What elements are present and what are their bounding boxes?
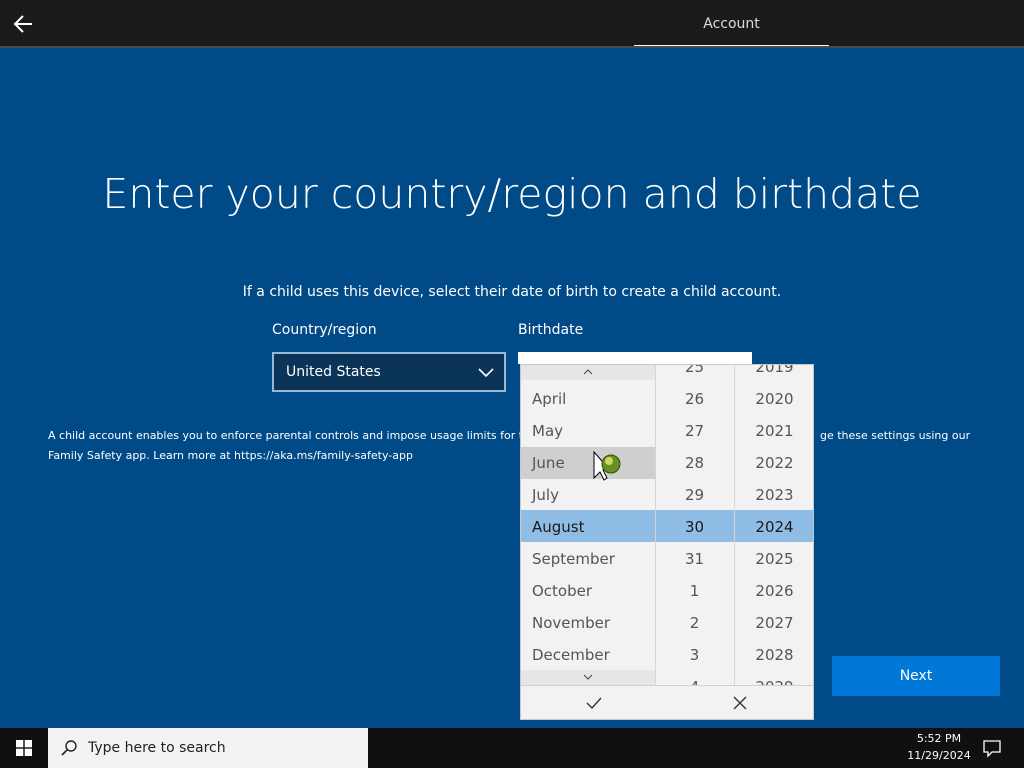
month-scroll-up-button[interactable] [521,365,655,380]
birthdate-label: Birthdate [518,322,584,338]
page-subtitle: If a child uses this device, select thei… [242,284,782,300]
month-item[interactable]: October [521,575,655,607]
top-bar: Account [0,0,1024,48]
busy-cursor-icon [593,450,621,481]
info-text-part2: ge these settings using our [820,429,971,442]
day-item[interactable]: 3 [655,639,734,671]
month-item[interactable]: April [521,383,655,415]
windows-logo-icon [16,740,32,756]
year-item[interactable]: 2025 [734,543,813,575]
country-region-label: Country/region [272,322,377,338]
year-item[interactable]: 2021 [734,415,813,447]
month-item-selected[interactable]: August [521,511,655,543]
clock-time: 5:52 PM [916,732,962,745]
day-item[interactable]: 2 [655,607,734,639]
date-picker-flyout: March April May June July August Septemb… [520,364,814,720]
year-item[interactable]: 2020 [734,383,813,415]
year-item[interactable]: 2023 [734,479,813,511]
info-text-line2: Family Safety app. Learn more at https:/… [48,449,413,462]
clock-date: 11/29/2024 [907,749,971,762]
chevron-down-icon [478,368,494,378]
system-clock[interactable]: 5:52 PM 11/29/2024 [900,730,978,764]
search-placeholder: Type here to search [88,740,226,756]
year-item[interactable]: 2027 [734,607,813,639]
month-item[interactable]: September [521,543,655,575]
main-panel: Enter your country/region and birthdate … [0,48,1024,722]
info-text-part1: A child account enables you to enforce p… [48,429,539,442]
day-item[interactable]: 1 [655,575,734,607]
chevron-up-icon [583,369,593,375]
year-item[interactable]: 2029 [734,671,813,685]
month-item[interactable]: November [521,607,655,639]
notification-icon [983,740,1001,758]
day-item[interactable]: 25 [655,365,734,383]
date-picker-footer [521,685,813,719]
taskbar: Type here to search 5:52 PM 11/29/2024 [0,728,1024,768]
birthdate-field[interactable] [518,352,752,364]
month-scroll-down-button[interactable] [521,670,655,685]
taskbar-search-box[interactable]: Type here to search [48,728,368,768]
month-item[interactable]: December [521,639,655,671]
month-item[interactable]: May [521,415,655,447]
search-icon [61,740,77,756]
year-item[interactable]: 2022 [734,447,813,479]
day-column[interactable]: 25 26 27 28 29 30 31 1 2 3 4 [655,365,734,685]
year-item-selected[interactable]: 2024 [734,511,813,543]
year-column[interactable]: 2019 2020 2021 2022 2023 2024 2025 2026 … [734,365,813,685]
day-item-selected[interactable]: 30 [655,511,734,543]
day-item[interactable]: 26 [655,383,734,415]
start-button[interactable] [0,728,48,768]
close-icon [733,696,747,710]
tab-account: Account [703,16,760,32]
dismiss-button[interactable] [668,686,813,719]
next-button[interactable]: Next [832,656,1000,696]
year-item[interactable]: 2028 [734,639,813,671]
month-column[interactable]: March April May June July August Septemb… [521,365,655,685]
chevron-down-icon [583,674,593,680]
back-arrow-icon [13,15,32,33]
day-item[interactable]: 27 [655,415,734,447]
action-center-button[interactable] [980,736,1004,760]
year-item[interactable]: 2026 [734,575,813,607]
month-item-hovered[interactable]: June [521,447,655,479]
day-item[interactable]: 28 [655,447,734,479]
page-title: Enter your country/region and birthdate [102,170,922,218]
month-item[interactable]: July [521,479,655,511]
day-item[interactable]: 4 [655,671,734,685]
year-item[interactable]: 2019 [734,365,813,383]
checkmark-icon [586,697,602,710]
day-item[interactable]: 31 [655,543,734,575]
country-region-value: United States [286,364,381,380]
country-region-dropdown[interactable]: United States [272,352,506,392]
accept-button[interactable] [521,686,668,719]
back-button[interactable] [10,10,38,38]
day-item[interactable]: 29 [655,479,734,511]
